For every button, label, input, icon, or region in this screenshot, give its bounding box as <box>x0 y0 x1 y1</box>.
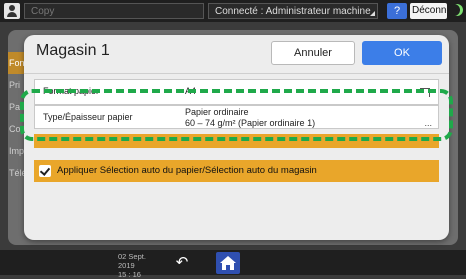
auto-select-label: Appliquer Sélection auto du papier/Sélec… <box>57 165 317 176</box>
cancel-button[interactable]: Annuler <box>271 41 355 65</box>
divider <box>24 73 449 74</box>
ok-button[interactable]: OK <box>362 41 442 65</box>
back-arrow-icon[interactable]: ↶ <box>171 255 193 270</box>
top-bar: Copy Connecté : Administrateur machine ?… <box>0 0 466 22</box>
corner-triangle-icon <box>370 11 375 16</box>
checkbox-checked-icon[interactable] <box>39 165 51 177</box>
user-icon[interactable] <box>4 3 20 19</box>
login-status-text: Connecté : Administrateur machine <box>215 6 371 17</box>
app-title: Copy <box>24 3 204 19</box>
logout-button[interactable]: Déconnexion <box>410 3 447 19</box>
bottom-bar: 02 Sept. 2019 15 : 16 ↶ <box>0 250 466 279</box>
dialog-title: Magasin 1 <box>36 42 110 59</box>
energy-saver-icon[interactable] <box>451 4 463 18</box>
date: 02 Sept. 2019 <box>118 252 146 270</box>
auto-select-option[interactable]: Appliquer Sélection auto du papier/Sélec… <box>34 160 439 182</box>
home-icon[interactable] <box>216 252 240 274</box>
highlight-frame <box>20 89 453 141</box>
login-status[interactable]: Connecté : Administrateur machine <box>208 3 378 19</box>
help-button[interactable]: ? <box>387 3 407 19</box>
